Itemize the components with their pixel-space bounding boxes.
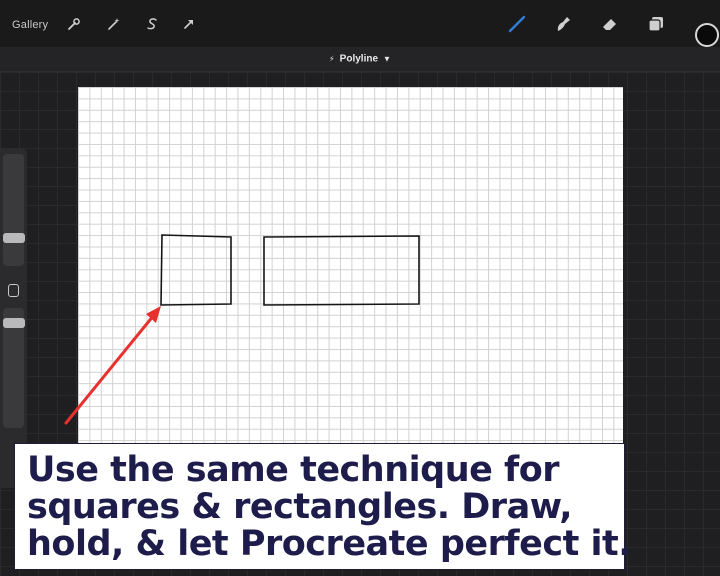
caption-line-1: Use the same technique for	[27, 450, 560, 490]
caption-line-2: squares & rectangles. Draw,	[27, 487, 573, 527]
caption-box: Use the same technique for squares & rec…	[14, 443, 632, 570]
caption-line-3: hold, & let Procreate perfect it.	[27, 524, 632, 564]
red-arrow-icon	[64, 313, 156, 425]
